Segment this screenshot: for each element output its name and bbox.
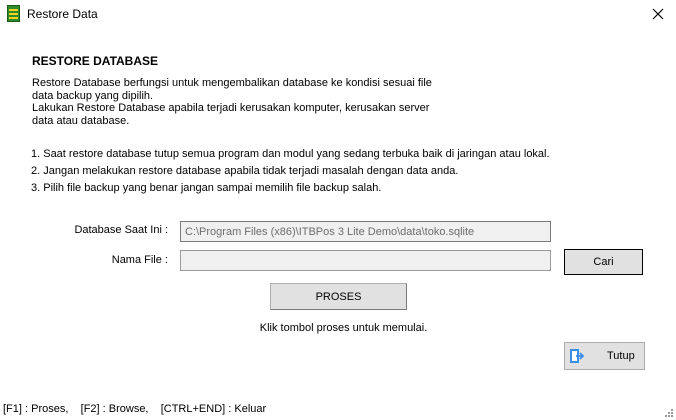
instruction-item: 1. Saat restore database tutup semua pro… (31, 148, 550, 160)
instruction-item: 3. Pilih file backup yang benar jangan s… (31, 182, 382, 194)
shortcut-footer: [F1] : Proses, [F2] : Browse, [CTRL+END]… (3, 403, 267, 415)
window-title: Restore Data (27, 7, 98, 21)
instruction-list: 1. Saat restore database tutup semua pro… (31, 146, 550, 197)
file-name-label: Nama File : (111, 254, 168, 266)
hint-text: Klik tombol proses untuk memulai. (259, 322, 428, 334)
title-bar: Restore Data (0, 0, 676, 30)
instruction-item: 2. Jangan melakukan restore database apa… (31, 165, 459, 177)
app-logo-icon (7, 5, 20, 22)
process-button[interactable]: PROSES (270, 283, 407, 310)
database-path-field[interactable] (180, 221, 551, 242)
page-heading: RESTORE DATABASE (32, 54, 159, 68)
database-label: Database Saat Ini : (74, 224, 168, 236)
close-button-label: Tutup (607, 350, 635, 362)
close-icon (652, 8, 664, 20)
resize-grip-icon[interactable] (664, 408, 674, 418)
exit-icon (570, 349, 585, 363)
close-window-button[interactable] (648, 4, 668, 24)
file-name-field[interactable] (180, 250, 551, 271)
browse-button[interactable]: Cari (564, 249, 643, 275)
close-button[interactable]: Tutup (564, 342, 645, 370)
description-text: Restore Database berfungsi untuk mengemb… (32, 77, 432, 127)
